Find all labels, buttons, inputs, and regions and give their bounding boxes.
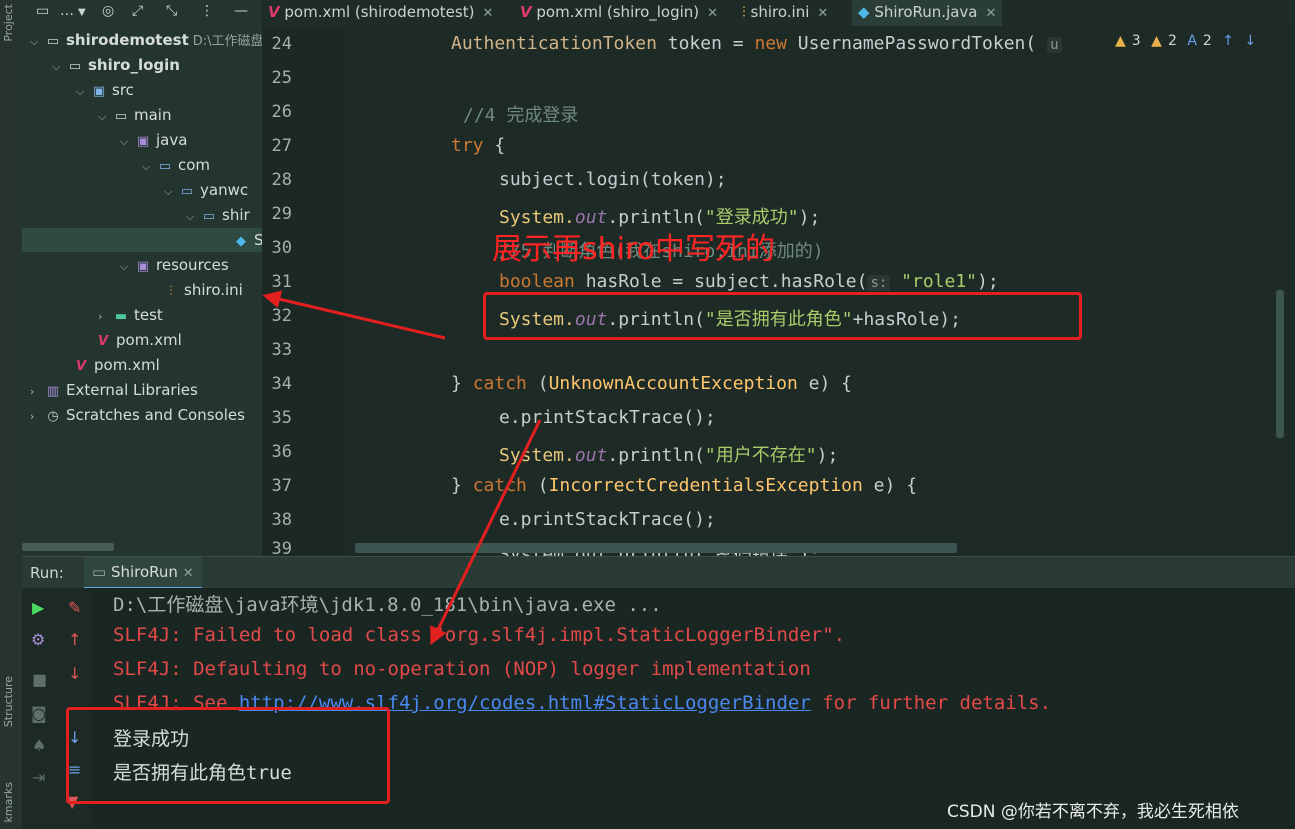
arrow-to-console: [430, 419, 542, 646]
arrow-to-shiro-ini: [262, 290, 446, 340]
annotation-arrows: [262, 290, 542, 646]
watermark: CSDN @你若不离不弃，我必生死相依: [947, 802, 1239, 822]
